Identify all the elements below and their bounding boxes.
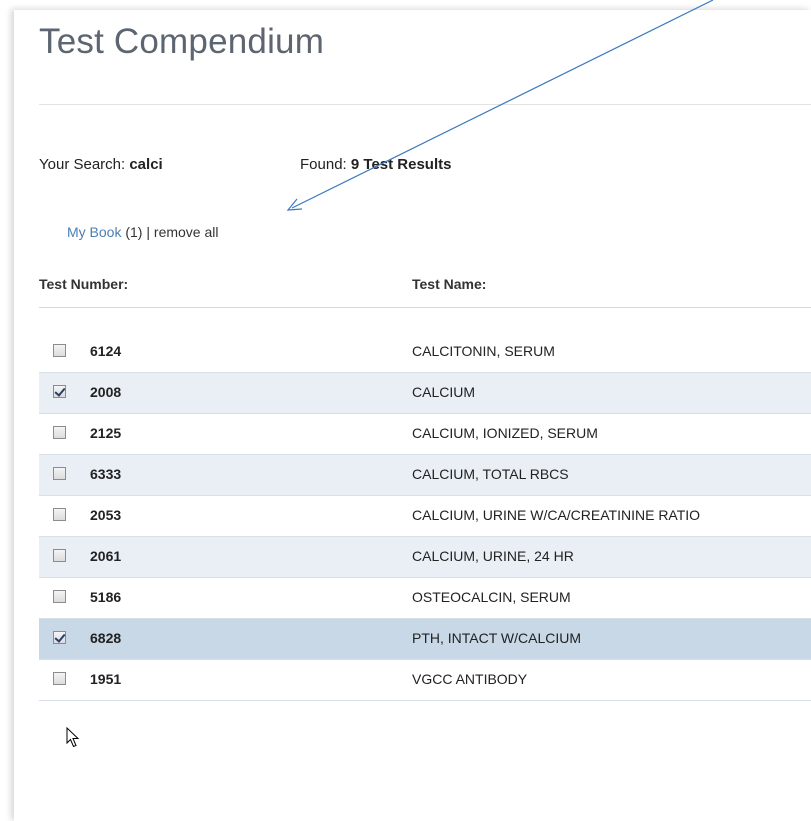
results-table: 6124 CALCITONIN, SERUM 2008 CALCIUM 2125 CALC… bbox=[39, 332, 811, 701]
select-test-checkbox[interactable] bbox=[53, 344, 66, 357]
test-number: 5186 bbox=[90, 589, 122, 605]
column-header-test-number: Test Number: bbox=[39, 276, 129, 292]
header-divider bbox=[39, 307, 811, 308]
page-title: Test Compendium bbox=[39, 22, 325, 61]
select-test-checkbox[interactable] bbox=[53, 590, 66, 603]
select-test-checkbox[interactable] bbox=[53, 467, 66, 480]
test-name: CALCIUM, IONIZED, SERUM bbox=[412, 425, 598, 441]
found-summary: Found: 9 Test Results bbox=[300, 156, 451, 173]
table-row[interactable]: 2008 CALCIUM bbox=[39, 373, 811, 414]
test-name: CALCIUM bbox=[412, 384, 476, 400]
remove-all-link[interactable]: remove all bbox=[154, 224, 219, 240]
table-row[interactable]: 6333 CALCIUM, TOTAL RBCS bbox=[39, 455, 811, 496]
table-row[interactable]: 1951 VGCC ANTIBODY bbox=[39, 660, 811, 701]
table-row[interactable]: 2053 CALCIUM, URINE W/CA/CREATININE RATIO bbox=[39, 496, 811, 537]
found-suffix: Test Results bbox=[363, 156, 452, 173]
select-test-checkbox[interactable] bbox=[53, 385, 66, 398]
column-header-test-name: Test Name: bbox=[412, 276, 487, 292]
my-book-bar: My Book (1) | remove all bbox=[67, 224, 219, 240]
table-row[interactable]: 2061 CALCIUM, URINE, 24 HR bbox=[39, 537, 811, 578]
test-name: VGCC ANTIBODY bbox=[412, 671, 528, 687]
table-row[interactable]: 6124 CALCITONIN, SERUM bbox=[39, 332, 811, 373]
test-number: 1951 bbox=[90, 671, 122, 687]
test-name: CALCITONIN, SERUM bbox=[412, 343, 555, 359]
search-query: calci bbox=[129, 156, 163, 173]
table-row[interactable]: 2125 CALCIUM, IONIZED, SERUM bbox=[39, 414, 811, 455]
my-book-link[interactable]: My Book bbox=[67, 224, 121, 240]
search-label: Your Search: bbox=[39, 156, 126, 173]
table-row[interactable]: 5186 OSTEOCALCIN, SERUM bbox=[39, 578, 811, 619]
test-name: CALCIUM, URINE, 24 HR bbox=[412, 548, 574, 564]
select-test-checkbox[interactable] bbox=[53, 508, 66, 521]
my-book-count: (1) bbox=[125, 224, 143, 240]
test-name: OSTEOCALCIN, SERUM bbox=[412, 589, 571, 605]
select-test-checkbox[interactable] bbox=[53, 631, 66, 644]
mouse-cursor-icon bbox=[66, 727, 80, 748]
select-test-checkbox[interactable] bbox=[53, 672, 66, 685]
test-name: PTH, INTACT W/CALCIUM bbox=[412, 630, 582, 646]
test-name: CALCIUM, TOTAL RBCS bbox=[412, 466, 569, 482]
select-test-checkbox[interactable] bbox=[53, 426, 66, 439]
test-number: 6828 bbox=[90, 630, 122, 646]
select-test-checkbox[interactable] bbox=[53, 549, 66, 562]
test-number: 6124 bbox=[90, 343, 122, 359]
test-name: CALCIUM, URINE W/CA/CREATININE RATIO bbox=[412, 507, 701, 523]
table-row[interactable]: 6828 PTH, INTACT W/CALCIUM bbox=[39, 619, 811, 660]
my-book-separator: | bbox=[146, 224, 151, 240]
test-number: 2125 bbox=[90, 425, 122, 441]
found-count: 9 bbox=[350, 156, 360, 173]
test-number: 2008 bbox=[90, 384, 122, 400]
title-divider bbox=[39, 104, 811, 105]
test-number: 2053 bbox=[90, 507, 122, 523]
test-number: 6333 bbox=[90, 466, 122, 482]
test-number: 2061 bbox=[90, 548, 122, 564]
found-label: Found: bbox=[300, 156, 347, 173]
search-summary: Your Search: calci bbox=[39, 156, 163, 173]
